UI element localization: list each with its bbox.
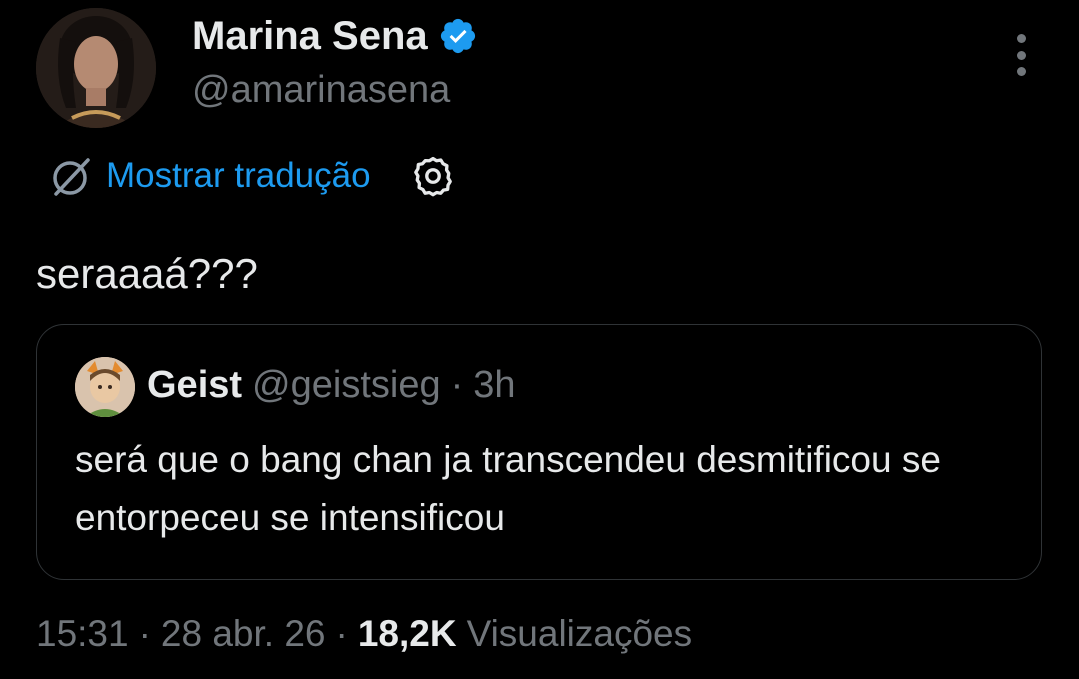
quoted-timestamp[interactable]: 3h [473, 359, 515, 411]
author-handle[interactable]: @amarinasena [192, 66, 450, 114]
verified-badge-icon[interactable] [438, 16, 478, 56]
author-avatar[interactable] [36, 8, 156, 128]
quoted-author-name[interactable]: Geist [147, 359, 242, 411]
views-count[interactable]: 18,2K [358, 608, 457, 660]
quoted-header: Geist @geistsieg · 3h [147, 359, 516, 411]
gear-icon[interactable] [411, 154, 455, 198]
tweet-date[interactable]: 28 abr. 26 [161, 608, 326, 660]
views-label: Visualizações [466, 613, 693, 654]
tweet-time[interactable]: 15:31 [36, 608, 129, 660]
more-options-icon[interactable] [1004, 34, 1038, 76]
separator-dot: · [335, 613, 348, 654]
tweet-metadata: 15:31 · 28 abr. 26 · 18,2K Visualizações [36, 608, 692, 660]
separator-dot: · [138, 613, 151, 654]
author-name-row: Marina Sena [192, 12, 478, 60]
more-dot [1016, 50, 1026, 60]
tweet-text: seraaaá??? [36, 250, 258, 297]
more-dot [1016, 67, 1026, 76]
show-translation-link[interactable]: Mostrar tradução [106, 150, 371, 202]
translate-icon [48, 152, 96, 200]
separator-dot: · [450, 364, 464, 406]
translation-row: Mostrar tradução [48, 150, 455, 202]
author-name[interactable]: Marina Sena [192, 12, 428, 60]
quoted-author-avatar[interactable] [75, 357, 135, 417]
more-dot [1016, 34, 1026, 43]
quoted-tweet-text: será que o bang chan ja transcendeu desm… [75, 439, 941, 538]
quoted-tweet[interactable]: Geist @geistsieg · 3h será que o bang ch… [36, 324, 1042, 580]
quoted-author-handle[interactable]: @geistsieg [252, 359, 441, 411]
